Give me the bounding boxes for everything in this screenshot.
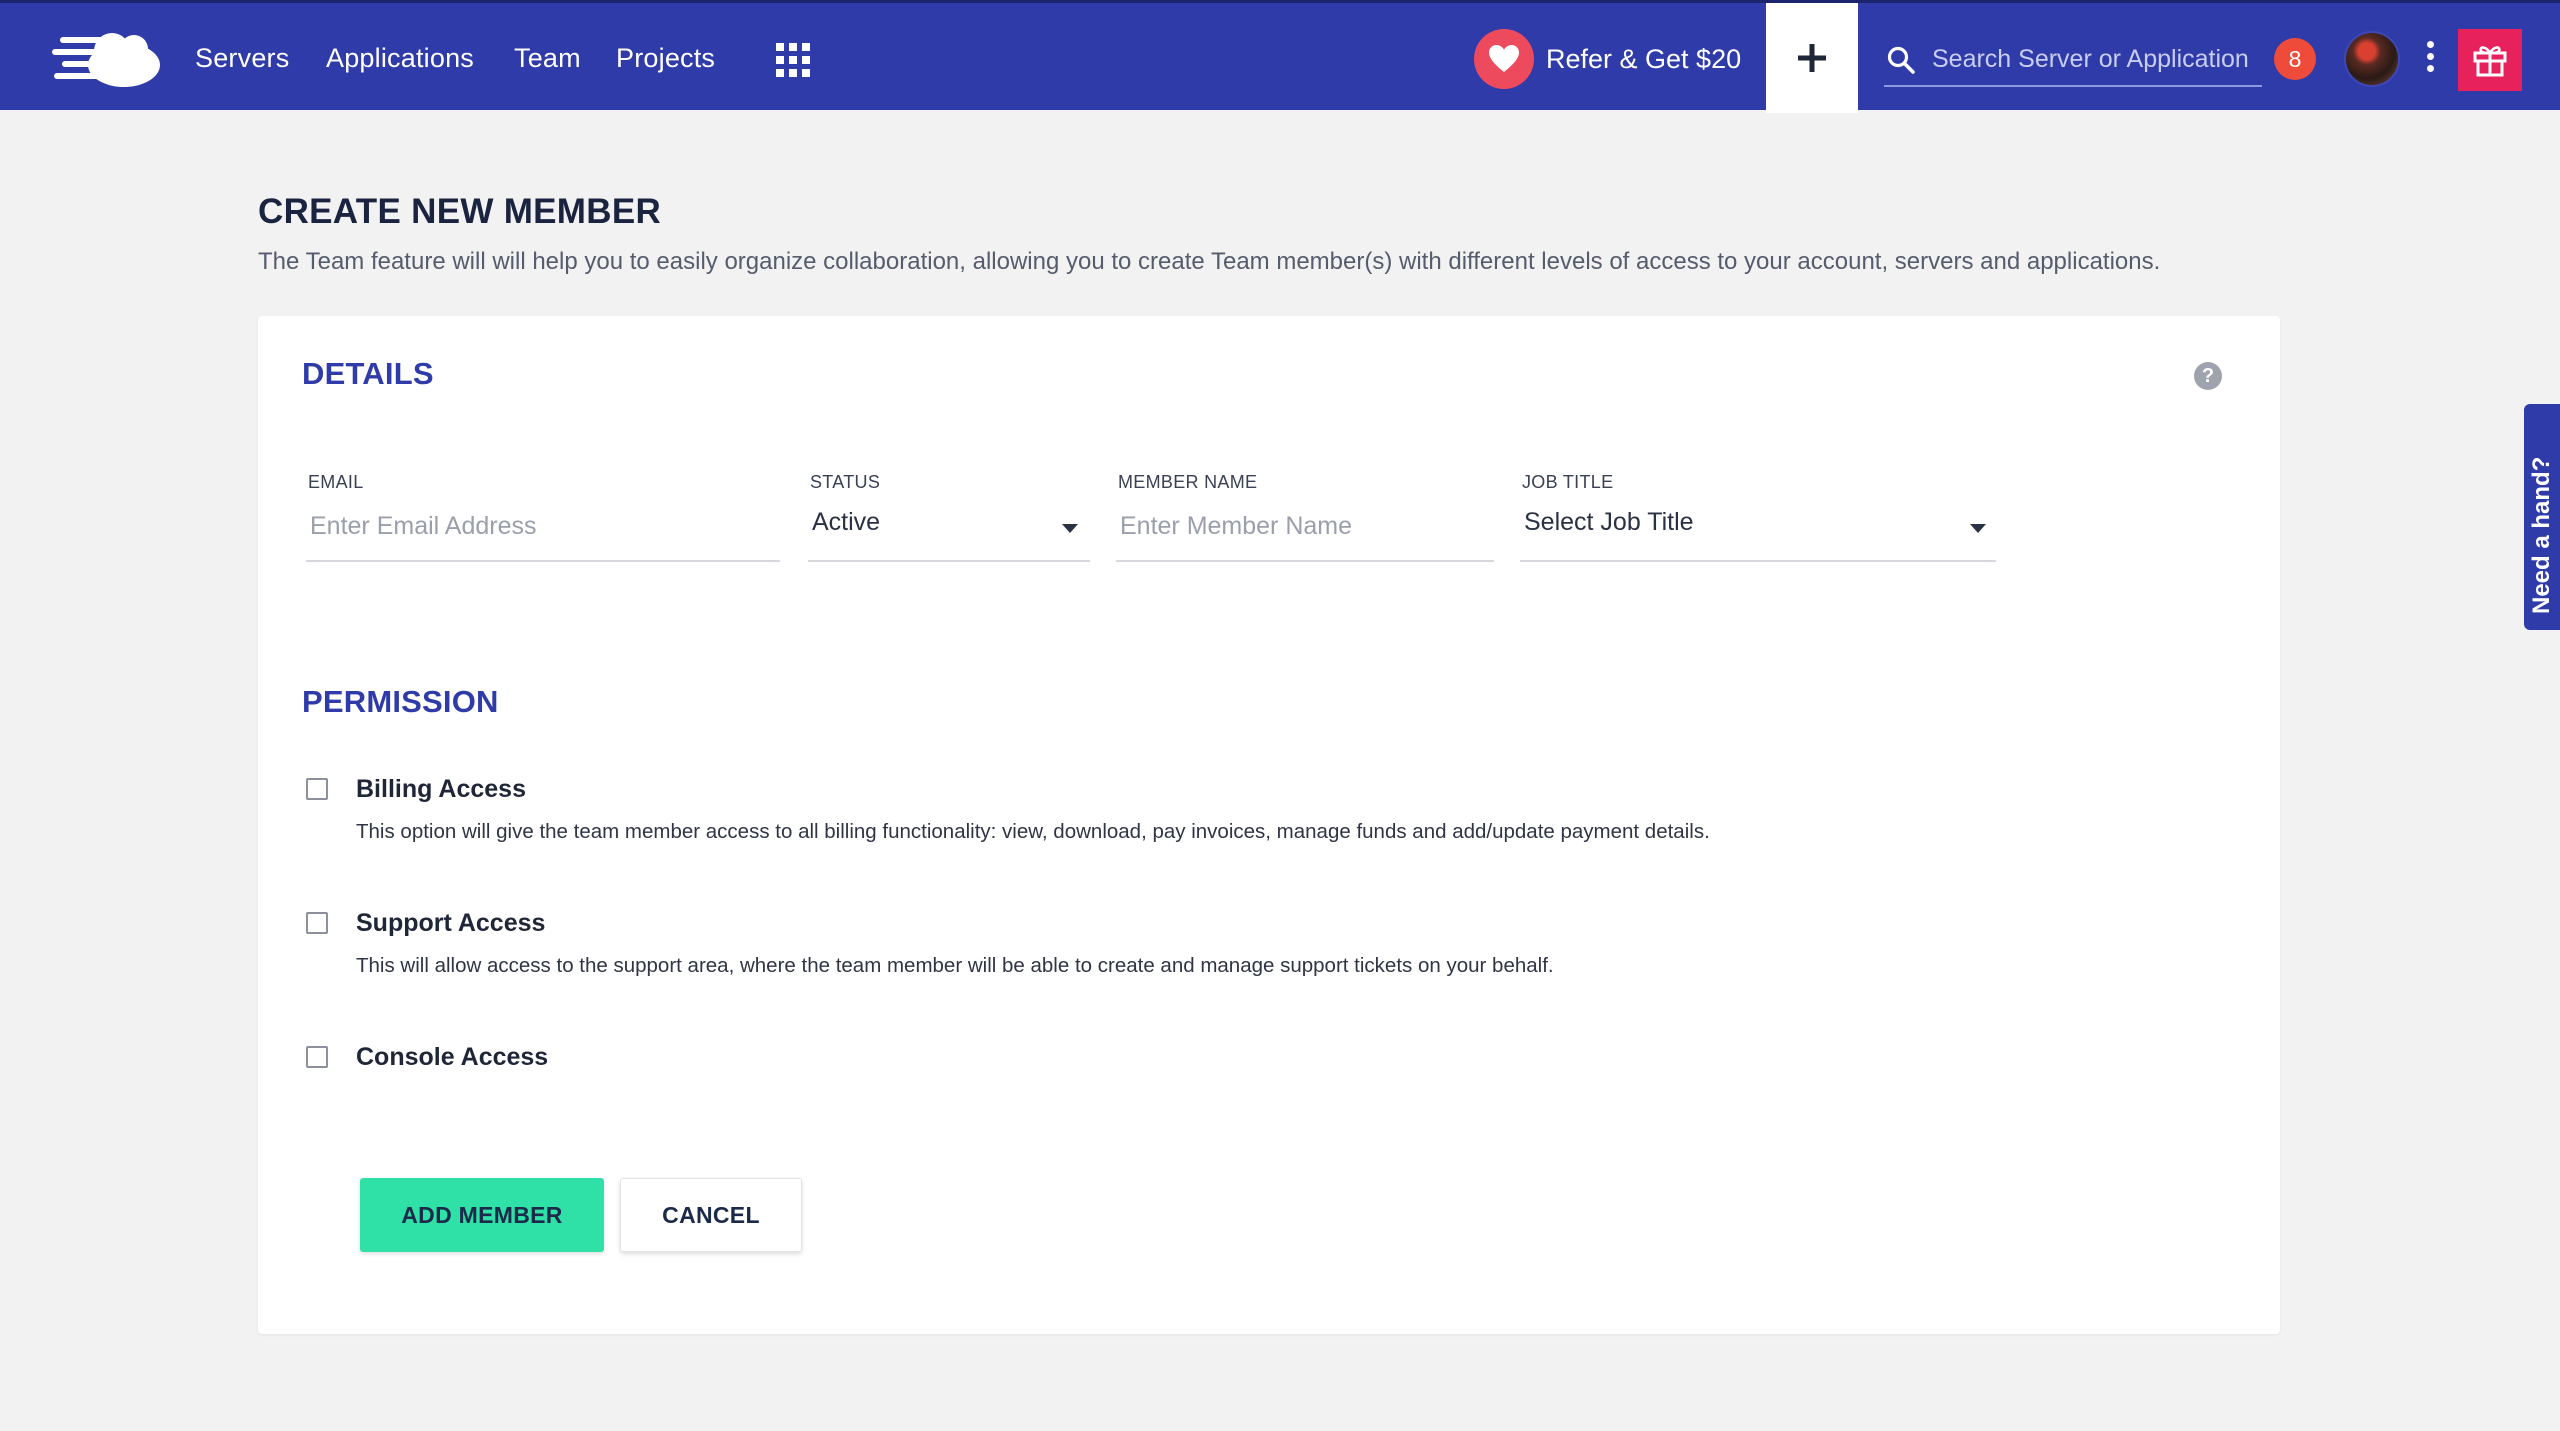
page-title: CREATE NEW MEMBER [258, 192, 662, 231]
refer-button[interactable]: Refer & Get $20 [1474, 29, 1741, 89]
billing-access-description: This option will give the team member ac… [356, 820, 1710, 843]
job-title-value: Select Job Title [1524, 508, 1694, 536]
status-underline [808, 560, 1090, 562]
need-a-hand-tab[interactable]: Need a hand? [2524, 404, 2560, 630]
top-navbar: Servers Applications Team Projects Refer… [0, 0, 2560, 113]
job-title-label: JOB TITLE [1522, 472, 1614, 492]
support-access-title[interactable]: Support Access [356, 909, 545, 938]
notification-badge[interactable]: 8 [2274, 38, 2316, 80]
search-icon[interactable] [1886, 45, 1916, 75]
nav-item-applications[interactable]: Applications [326, 43, 474, 74]
cloud-logo-icon[interactable] [50, 27, 162, 89]
status-value: Active [812, 508, 881, 536]
details-section-title: DETAILS [302, 356, 434, 391]
gift-icon[interactable] [2458, 29, 2522, 91]
nav-item-team[interactable]: Team [514, 43, 581, 74]
chevron-down-icon [1970, 524, 1986, 533]
page-description: The Team feature will will help you to e… [258, 248, 2161, 275]
help-icon[interactable]: ? [2194, 362, 2222, 390]
avatar[interactable] [2344, 31, 2400, 87]
permission-section-title: PERMISSION [302, 684, 499, 719]
support-access-checkbox[interactable] [306, 912, 328, 934]
member-name-underline [1116, 560, 1494, 562]
billing-access-title[interactable]: Billing Access [356, 775, 526, 804]
member-name-field[interactable] [1120, 506, 1461, 546]
add-button[interactable] [1766, 3, 1858, 113]
nav-item-servers[interactable]: Servers [195, 43, 289, 74]
need-a-hand-label: Need a hand? [2528, 456, 2555, 614]
cancel-button[interactable]: CANCEL [620, 1178, 802, 1252]
member-name-label: MEMBER NAME [1118, 472, 1258, 492]
console-access-title[interactable]: Console Access [356, 1043, 548, 1072]
create-member-card: DETAILS ? EMAIL STATUS Active MEMBER NAM… [258, 316, 2280, 1334]
search-input[interactable] [1932, 41, 2256, 77]
email-label: EMAIL [308, 472, 364, 492]
billing-access-checkbox[interactable] [306, 778, 328, 800]
console-access-checkbox[interactable] [306, 1046, 328, 1068]
email-field[interactable] [310, 506, 737, 546]
add-member-button[interactable]: ADD MEMBER [360, 1178, 604, 1252]
member-name-field-group: MEMBER NAME [1116, 472, 1494, 562]
plus-icon [1798, 44, 1826, 72]
job-title-underline [1520, 560, 1996, 562]
refer-label: Refer & Get $20 [1546, 43, 1742, 74]
grid-icon[interactable] [776, 43, 810, 77]
status-label: STATUS [810, 472, 881, 492]
chevron-down-icon [1062, 524, 1078, 533]
search-box [1884, 37, 2262, 87]
support-access-description: This will allow access to the support ar… [356, 954, 1554, 977]
kebab-icon[interactable] [2424, 41, 2436, 77]
job-title-select[interactable]: JOB TITLE Select Job Title [1520, 472, 1996, 562]
nav-item-projects[interactable]: Projects [616, 43, 715, 74]
heart-icon [1474, 29, 1534, 89]
email-underline [306, 560, 780, 562]
status-select[interactable]: STATUS Active [808, 472, 1090, 562]
email-field-group: EMAIL [306, 472, 780, 562]
